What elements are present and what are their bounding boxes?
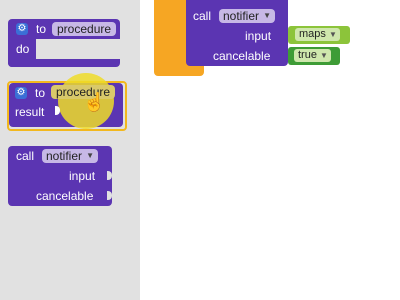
workspace-call-notifier-block[interactable]: call notifier ▼ input cancelable bbox=[186, 0, 288, 66]
component-dropdown[interactable]: notifier ▼ bbox=[42, 149, 99, 163]
text-block[interactable]: maps ▼ bbox=[288, 26, 350, 44]
to-label: to bbox=[36, 22, 47, 36]
do-label: do bbox=[16, 42, 30, 56]
gear-icon[interactable]: ⚙ bbox=[16, 23, 28, 35]
cancelable-socket bbox=[107, 191, 112, 200]
gear-icon[interactable]: ⚙ bbox=[15, 87, 27, 99]
hand-cursor-icon: ☝ bbox=[83, 92, 106, 112]
logic-dropdown[interactable]: true ▼ bbox=[294, 49, 331, 62]
procedure-name-field[interactable]: procedure bbox=[52, 22, 117, 36]
logic-dropdown-value: true bbox=[298, 49, 317, 61]
cancelable-label: cancelable bbox=[213, 49, 271, 63]
component-dropdown-value: notifier bbox=[46, 149, 83, 163]
result-label: result bbox=[15, 105, 45, 119]
procedure-do-bottom bbox=[8, 59, 120, 67]
call-label: call bbox=[193, 9, 212, 23]
dropdown-arrow-icon: ▼ bbox=[263, 11, 272, 20]
workspace-canvas[interactable]: call notifier ▼ input cancelable maps ▼ … bbox=[140, 0, 400, 300]
call-notifier-block[interactable]: call notifier ▼ input cancelable bbox=[8, 146, 112, 206]
call-label: call bbox=[16, 149, 35, 163]
component-dropdown-value: notifier bbox=[223, 9, 260, 23]
logic-block[interactable]: true ▼ bbox=[288, 47, 340, 65]
procedure-do-block[interactable]: ⚙ to procedure bbox=[8, 19, 120, 39]
block-flyout[interactable]: ⚙ to procedure do ⚙ to result procedure … bbox=[0, 0, 140, 300]
input-label: input bbox=[245, 29, 272, 43]
dropdown-arrow-icon: ▼ bbox=[320, 51, 328, 60]
procedure-name-value: procedure bbox=[57, 22, 112, 36]
cancelable-label: cancelable bbox=[36, 189, 94, 203]
text-dropdown-value: maps bbox=[299, 28, 326, 40]
dropdown-arrow-icon: ▼ bbox=[328, 30, 337, 39]
input-socket bbox=[107, 171, 112, 180]
text-dropdown[interactable]: maps ▼ bbox=[295, 28, 340, 41]
input-label: input bbox=[69, 169, 96, 183]
component-dropdown[interactable]: notifier ▼ bbox=[219, 9, 276, 23]
dropdown-arrow-icon: ▼ bbox=[86, 151, 95, 160]
to-label: to bbox=[35, 86, 46, 100]
